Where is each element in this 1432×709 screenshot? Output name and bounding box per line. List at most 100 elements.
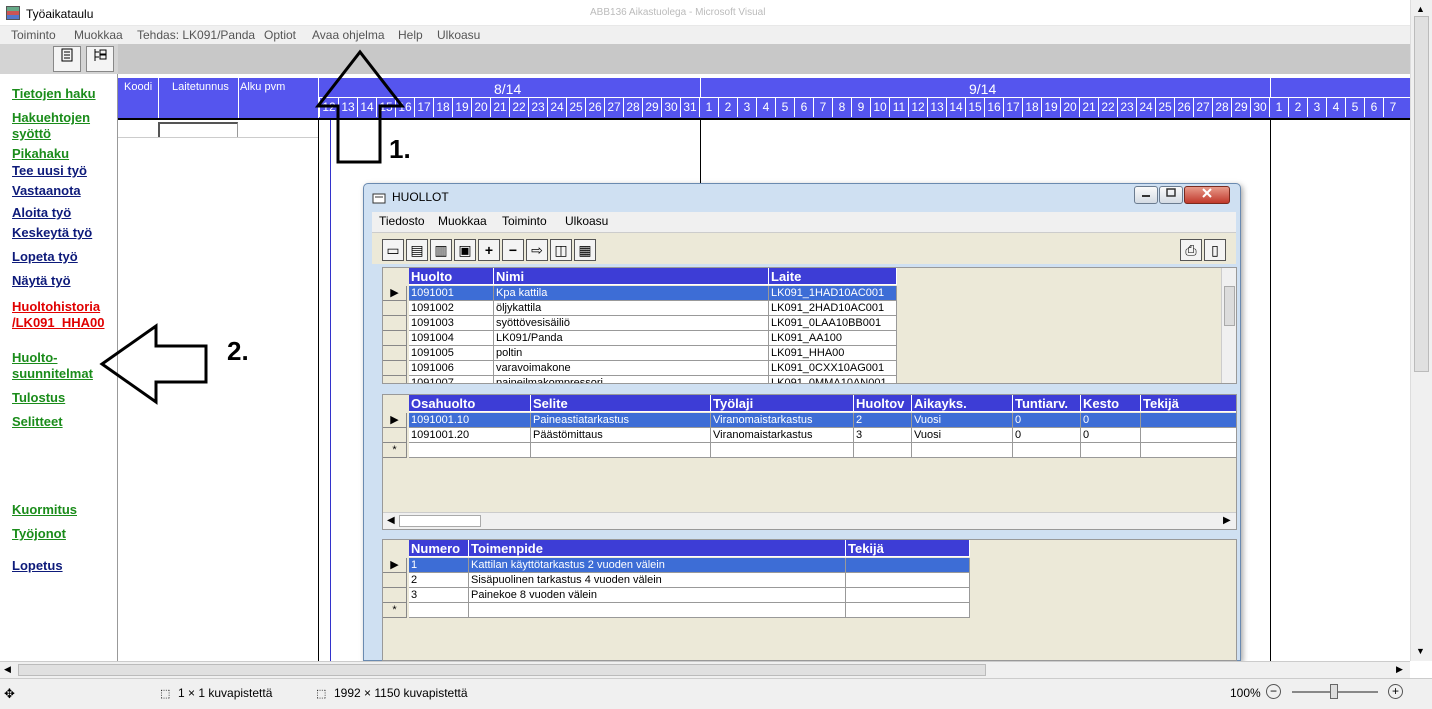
- sidebar-item-lopeta-tyo[interactable]: Lopeta työ: [12, 249, 78, 265]
- menu-tehdas[interactable]: Tehdas: LK091/Panda: [137, 28, 255, 42]
- table-cell[interactable]: Sisäpuolinen tarkastus 4 vuoden välein: [469, 573, 846, 588]
- column-header-tuntiarv[interactable]: Tuntiarv.: [1013, 395, 1081, 412]
- row-header[interactable]: [383, 331, 407, 346]
- sidebar-item-kuormitus[interactable]: Kuormitus: [12, 502, 77, 518]
- table-cell[interactable]: 1091004: [409, 331, 494, 346]
- save-button[interactable]: ▣: [454, 239, 476, 261]
- scroll-thumb[interactable]: [18, 664, 986, 676]
- scroll-left-icon[interactable]: ◀: [4, 664, 11, 675]
- table-cell[interactable]: 1091006: [409, 361, 494, 376]
- column-header-huoltov[interactable]: Huoltov: [854, 395, 912, 412]
- menu-muokkaa[interactable]: Muokkaa: [74, 28, 123, 42]
- sidebar-item-tietojen-haku[interactable]: Tietojen haku: [12, 86, 96, 102]
- column-header-selite[interactable]: Selite: [531, 395, 711, 412]
- row-header[interactable]: ▶: [383, 413, 407, 428]
- column-header-numero[interactable]: Numero: [409, 540, 469, 557]
- table-cell[interactable]: 1: [409, 558, 469, 573]
- new-row-cell[interactable]: [409, 443, 531, 458]
- sidebar-item-huoltosuunnitelmat[interactable]: Huolto-suunnitelmat: [12, 350, 104, 382]
- sidebar-item-nayta-tyo[interactable]: Näytä työ: [12, 273, 71, 289]
- horizontal-scrollbar[interactable]: ◀ ▶: [0, 661, 1410, 678]
- table-cell[interactable]: 2: [409, 573, 469, 588]
- grid-scrollbar[interactable]: [1221, 268, 1236, 383]
- column-header-aikayks[interactable]: Aikayks.: [912, 395, 1013, 412]
- new-row-cell[interactable]: [469, 603, 846, 618]
- sidebar-item-hakuehtojen-syotto[interactable]: Hakuehtojen syöttö: [12, 110, 112, 142]
- edit-button[interactable]: ▤: [406, 239, 428, 261]
- table-cell[interactable]: LK091_HHA00: [769, 346, 897, 361]
- column-header-osahuolto[interactable]: Osahuolto: [409, 395, 531, 412]
- menu-ulkoasu[interactable]: Ulkoasu: [565, 214, 608, 228]
- tree-view-button[interactable]: [86, 46, 114, 72]
- table-cell[interactable]: 1091001.10: [409, 413, 531, 428]
- row-header[interactable]: [383, 588, 407, 603]
- table-cell[interactable]: LK091/Panda: [494, 331, 769, 346]
- add-button[interactable]: +: [478, 239, 500, 261]
- menu-help[interactable]: Help: [398, 28, 423, 42]
- menu-toiminto[interactable]: Toiminto: [11, 28, 56, 42]
- column-header-koodi[interactable]: Koodi: [124, 81, 152, 93]
- sidebar-item-pikahaku[interactable]: Pikahaku: [12, 146, 69, 162]
- scroll-down-icon[interactable]: ▼: [1416, 646, 1425, 656]
- print-button[interactable]: ⎙: [1180, 239, 1202, 261]
- zoom-out-button[interactable]: −: [1266, 684, 1281, 699]
- column-header-toimenpide[interactable]: Toimenpide: [469, 540, 846, 557]
- scroll-right-icon[interactable]: ▶: [1223, 515, 1231, 526]
- table-cell[interactable]: [1141, 428, 1236, 443]
- menu-avaa-ohjelma[interactable]: Avaa ohjelma: [312, 28, 385, 42]
- table-cell[interactable]: 1091002: [409, 301, 494, 316]
- table-cell[interactable]: LK091_AA100: [769, 331, 897, 346]
- new-row-header[interactable]: *: [383, 443, 407, 458]
- table-cell[interactable]: LK091_0CXX10AG001: [769, 361, 897, 376]
- menu-ulkoasu[interactable]: Ulkoasu: [437, 28, 480, 42]
- table-cell[interactable]: öljykattila: [494, 301, 769, 316]
- new-row-cell[interactable]: [1013, 443, 1081, 458]
- menu-tiedosto[interactable]: Tiedosto: [379, 214, 425, 228]
- table-cell[interactable]: 2: [854, 413, 912, 428]
- sidebar-item-huoltohistoria[interactable]: Huoltohistoria /LK091_HHA00: [12, 299, 108, 333]
- close-button[interactable]: [1184, 186, 1230, 204]
- menu-muokkaa[interactable]: Muokkaa: [438, 214, 487, 228]
- table-cell[interactable]: LK091_2HAD10AC001: [769, 301, 897, 316]
- scroll-up-icon[interactable]: ▲: [1416, 4, 1425, 14]
- column-header-huolto[interactable]: Huolto: [409, 268, 494, 285]
- table-cell[interactable]: 1091001: [409, 286, 494, 301]
- scroll-thumb[interactable]: [1414, 16, 1429, 372]
- column-header-kesto[interactable]: Kesto: [1081, 395, 1141, 412]
- table-cell[interactable]: 1091005: [409, 346, 494, 361]
- column-header-nimi[interactable]: Nimi: [494, 268, 769, 285]
- table-cell[interactable]: LK091_0LAA10BB001: [769, 316, 897, 331]
- table-cell[interactable]: Päästömittaus: [531, 428, 711, 443]
- table-cell[interactable]: LK091_0MMA10AN001: [769, 376, 897, 383]
- menu-optiot[interactable]: Optiot: [264, 28, 296, 42]
- grid-horizontal-scrollbar[interactable]: ◀ ▶: [383, 512, 1236, 529]
- table-cell[interactable]: LK091_1HAD10AC001: [769, 286, 897, 301]
- menu-toiminto[interactable]: Toiminto: [502, 214, 547, 228]
- sidebar-item-vastaanota[interactable]: Vastaanota: [12, 183, 81, 199]
- column-header-laitetunnus[interactable]: Laitetunnus: [172, 81, 229, 93]
- scroll-left-icon[interactable]: ◀: [387, 515, 395, 526]
- minimize-button[interactable]: [1134, 186, 1158, 204]
- row-header[interactable]: [383, 573, 407, 588]
- table-cell[interactable]: varavoimakone: [494, 361, 769, 376]
- open-button[interactable]: ▭: [382, 239, 404, 261]
- table-cell[interactable]: Viranomaistarkastus: [711, 428, 854, 443]
- scroll-right-icon[interactable]: ▶: [1396, 664, 1403, 675]
- scroll-thumb[interactable]: [1224, 286, 1235, 326]
- zoom-slider-thumb[interactable]: [1330, 684, 1338, 699]
- new-row-cell[interactable]: [854, 443, 912, 458]
- new-row-cell[interactable]: [912, 443, 1013, 458]
- table-cell[interactable]: [846, 588, 970, 603]
- new-row-header[interactable]: *: [383, 603, 407, 618]
- table-cell[interactable]: 0: [1081, 428, 1141, 443]
- table-cell[interactable]: 0: [1081, 413, 1141, 428]
- row-header[interactable]: [383, 301, 407, 316]
- column-header-laite[interactable]: Laite: [769, 268, 897, 285]
- table-cell[interactable]: 3: [409, 588, 469, 603]
- maximize-button[interactable]: [1159, 186, 1183, 204]
- table-cell[interactable]: Viranomaistarkastus: [711, 413, 854, 428]
- row-header[interactable]: ▶: [383, 558, 407, 573]
- row-header[interactable]: ▶: [383, 286, 407, 301]
- table-cell[interactable]: syöttövesisäiliö: [494, 316, 769, 331]
- table-cell[interactable]: [1141, 413, 1236, 428]
